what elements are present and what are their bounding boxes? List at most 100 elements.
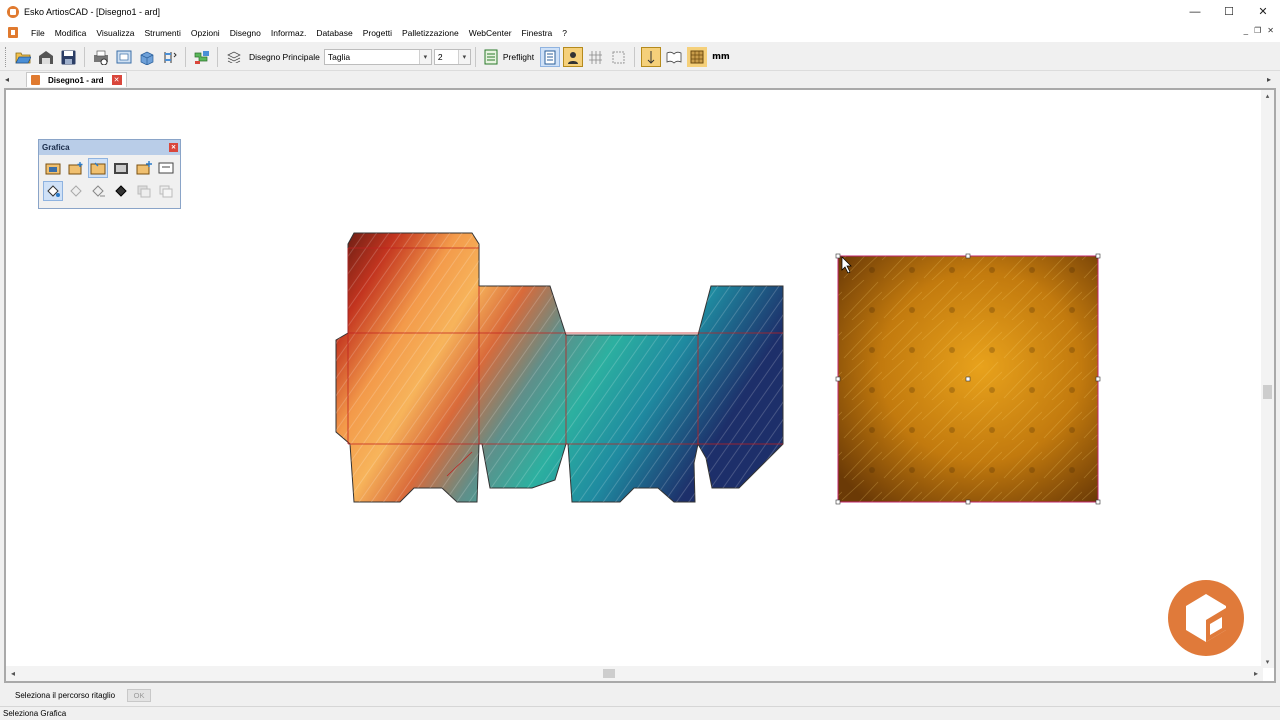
menu-disegno[interactable]: Disegno [225, 28, 266, 38]
main-toolbar: Disegno Principale Taglia ▾ 2 ▾ Prefligh… [0, 44, 1280, 71]
menu-informaz[interactable]: Informaz. [266, 28, 311, 38]
toolbar-separator [217, 47, 218, 67]
maximize-button[interactable]: ☐ [1212, 0, 1246, 23]
menu-palletizzazione[interactable]: Palletizzazione [397, 28, 464, 38]
graphic-frame-icon[interactable] [111, 158, 131, 178]
menu-bar: File Modifica Visualizza Strumenti Opzio… [0, 23, 1280, 42]
grid-icon[interactable] [586, 47, 606, 67]
horizontal-scroll-thumb[interactable] [603, 669, 615, 678]
menu-modifica[interactable]: Modifica [50, 28, 92, 38]
menu-webcenter[interactable]: WebCenter [464, 28, 517, 38]
units-label[interactable]: mm [712, 52, 730, 62]
import-graphic-icon[interactable] [43, 158, 63, 178]
chevron-down-icon[interactable]: ▾ [418, 50, 431, 64]
command-prompt: Seleziona il percorso ritaglio [15, 690, 116, 700]
palette-row-1 [39, 155, 180, 178]
window-title: Esko ArtiosCAD - [Disegno1 - ard] [24, 6, 161, 17]
document-menu-icon[interactable] [8, 27, 18, 38]
number-select-value: 2 [437, 52, 443, 62]
graphic-properties-icon[interactable] [156, 158, 176, 178]
scroll-left-icon[interactable]: ◂ [6, 666, 20, 681]
print-icon[interactable] [91, 47, 111, 67]
tab-disegno1[interactable]: Disegno1 - ard ✕ [26, 72, 127, 87]
palette-close-icon[interactable]: ✕ [169, 143, 178, 152]
select-user-icon[interactable] [562, 47, 583, 67]
palette-row-2 [39, 178, 180, 201]
menu-progetti[interactable]: Progetti [358, 28, 397, 38]
esko-app-icon [7, 5, 19, 18]
drawing-canvas-frame: ▴ ▾ ◂ ▸ [4, 88, 1276, 683]
mdi-controls: _ ❐ ✕ [1244, 26, 1274, 35]
menu-database[interactable]: Database [311, 28, 357, 38]
drawing-canvas[interactable] [6, 90, 1263, 668]
horizontal-scrollbar[interactable]: ◂ ▸ [6, 666, 1263, 681]
layer-label[interactable]: Disegno Principale [249, 52, 320, 62]
new-graphic-icon[interactable] [134, 158, 154, 178]
mdi-restore-button[interactable]: ❐ [1254, 26, 1261, 35]
menu-finestra[interactable]: Finestra [517, 28, 558, 38]
window-controls: — ☐ ✕ [1178, 0, 1280, 23]
tab-scroll-left-icon[interactable]: ◂ [0, 75, 14, 84]
paint-dark-icon[interactable] [111, 181, 131, 201]
open-icon[interactable] [13, 47, 33, 67]
3d-view-icon[interactable] [137, 47, 157, 67]
palette-title: Grafica [42, 143, 70, 152]
size-select[interactable]: Taglia ▾ [323, 49, 432, 65]
chevron-down-icon[interactable]: ▾ [457, 50, 470, 64]
converter-icon[interactable] [192, 47, 212, 67]
box-dieline[interactable] [335, 232, 784, 503]
minimize-button[interactable]: — [1178, 0, 1212, 23]
vertical-scroll-thumb[interactable] [1263, 385, 1272, 399]
close-button[interactable]: ✕ [1246, 0, 1280, 23]
layer-stack-icon [224, 47, 244, 67]
mdi-minimize-button[interactable]: _ [1244, 26, 1248, 35]
number-select[interactable]: 2 ▾ [433, 49, 471, 65]
zoom-window-icon[interactable] [114, 47, 134, 67]
preflight-icon[interactable] [481, 47, 501, 67]
checklist-icon[interactable] [539, 47, 560, 67]
book-icon[interactable] [664, 47, 684, 67]
menu-visualizza[interactable]: Visualizza [91, 28, 139, 38]
toolbar-grip[interactable] [5, 47, 8, 67]
fill-icon[interactable] [43, 181, 63, 201]
ok-button[interactable]: OK [127, 688, 152, 702]
grafica-palette[interactable]: Grafica ✕ [38, 139, 181, 209]
vertical-scrollbar[interactable]: ▴ ▾ [1261, 90, 1274, 668]
document-icon [31, 75, 40, 85]
status-bar: Seleziona Grafica [0, 706, 1280, 720]
open-db-icon[interactable] [36, 47, 56, 67]
select-graphic-icon[interactable] [88, 158, 109, 178]
menu-help[interactable]: ? [557, 28, 572, 38]
paint-alt-icon[interactable] [88, 181, 108, 201]
preflight-label[interactable]: Preflight [503, 52, 534, 62]
add-graphic-icon[interactable] [66, 158, 86, 178]
gold-texture-graphic[interactable] [835, 253, 1101, 505]
toolbar-separator [634, 47, 636, 67]
dieline-texture [336, 233, 783, 502]
layers-icon[interactable] [160, 47, 180, 67]
scroll-right-icon[interactable]: ▸ [1249, 666, 1263, 681]
board-icon[interactable] [686, 47, 707, 67]
scroll-up-icon[interactable]: ▴ [1261, 90, 1274, 102]
toolbar-separator [84, 47, 85, 67]
fit-icon[interactable] [609, 47, 629, 67]
tab-scroll-right-icon[interactable]: ▸ [1262, 75, 1276, 84]
toolbar-separator [474, 47, 476, 67]
copy-icon[interactable] [156, 181, 176, 201]
tab-close-icon[interactable]: ✕ [111, 75, 122, 85]
title-bar: Esko ArtiosCAD - [Disegno1 - ard] — ☐ ✕ [0, 0, 1280, 23]
menu-opzioni[interactable]: Opzioni [186, 28, 225, 38]
command-bar: Seleziona il percorso ritaglio OK [0, 685, 1280, 705]
menu-file[interactable]: File [26, 28, 50, 38]
duplicate-icon[interactable] [134, 181, 154, 201]
paint-icon[interactable] [66, 181, 86, 201]
mdi-close-button[interactable]: ✕ [1267, 26, 1274, 35]
toolbar-separator [185, 47, 186, 67]
save-icon[interactable] [59, 47, 79, 67]
direction-icon[interactable] [640, 47, 661, 67]
canvas-drawing[interactable] [6, 90, 1263, 668]
esko-logo-icon [1168, 580, 1244, 656]
size-select-value: Taglia [327, 52, 351, 62]
menu-strumenti[interactable]: Strumenti [139, 28, 185, 38]
palette-titlebar[interactable]: Grafica ✕ [39, 140, 180, 155]
